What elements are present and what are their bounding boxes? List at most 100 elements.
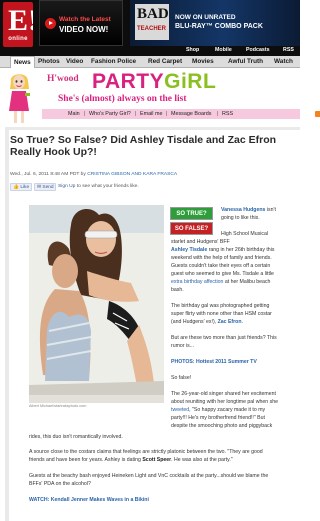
article-headline[interactable]: So True? So False? Did Ashley Tisdale an… [10,134,280,158]
logo-sub: online [8,36,28,42]
blog-links-bar: Main | Who's Party Girl? | Email me | Me… [42,109,320,119]
paragraph-4-line1: But are these two more than just friends… [171,335,277,341]
divider: | [166,111,168,117]
thumbs-up-icon: 👍 [13,185,19,190]
movie-ad[interactable]: BAD TEACHER NOW ON UNRATED BLU-RAY™ COMB… [130,0,300,46]
facebook-signup-text: Sign Up to see what your friends like. [58,184,139,189]
movie-ad-line1: NOW ON UNRATED [175,14,236,21]
paragraph-7-line2: friends and have been for years. Ashley … [29,457,299,464]
link-tweeted[interactable]: tweeted [171,407,189,413]
paragraph-1-line1: Vanessa Hudgens isn't [221,207,276,214]
blog-link-main[interactable]: Main [68,111,80,117]
tab-news[interactable]: News [10,56,35,68]
divider: | [135,111,137,117]
facebook-send-button[interactable]: ✉ Send [34,183,56,191]
blog-link-email[interactable]: Email me [140,111,162,117]
paragraph-2-line3: Ashley Tisdale rang in her 26th birthday… [171,247,274,254]
paragraph-6-line2: about reuniting with her longtime pal wh… [171,399,278,405]
article-photo[interactable] [29,205,164,403]
tab-video[interactable]: Video [66,58,83,65]
text: (and Hudgens' ex!), [171,319,217,325]
text: friends and have been for years. Ashley … [29,457,141,463]
paragraph-2-line4: weekend with the help of family and frie… [171,255,272,261]
article-authors[interactable]: CRISTINA GIBSON AND KARA FRASCA [87,172,177,177]
util-rss[interactable]: RSS [283,47,294,53]
paragraph-2-line6: guest who seemed to give Ms. Tisdale a l… [171,271,274,277]
link-watch-kendall[interactable]: WATCH: Kendall Jenner Makes Waves in a B… [29,497,149,503]
paragraph-6-line4: party!!! He's my brotherfrend friend!!" … [171,415,265,421]
blog-link-rss[interactable]: RSS [222,111,233,117]
link-birthday-affection[interactable]: extra birthday affection [171,279,223,285]
so-true-so-false-widget: SO TRUE? SO FALSE? [170,207,213,236]
tab-photos[interactable]: Photos [38,58,60,65]
paragraph-2-line7: extra birthday affection at her Malibu b… [171,279,270,286]
paragraph-2-line1: High School Musical [221,231,268,237]
text: , "So happy zacary made it to my [189,407,266,413]
video-ad-line2: VIDEO NOW! [59,25,109,34]
link-vanessa-hudgens[interactable]: Vanessa Hudgens [221,207,265,213]
paragraph-2-line8: bash. [171,287,184,293]
movie-ad-title: BAD [137,6,169,22]
paragraph-6-line6: rides, this duo isn't romantically invol… [29,434,123,440]
blog-link-boards[interactable]: Message Boards [171,111,211,117]
blog-tagline: She's (almost) always on the list [58,94,187,104]
so-false-button[interactable]: SO FALSE? [170,222,213,235]
like-label: Like [20,185,30,190]
paragraph-6-line3: tweeted, "So happy zacary made it to my [171,407,265,414]
paragraph-3-line2: super flirty with none other than HSM co… [171,311,272,317]
logo-letter: E! [8,4,33,37]
photo-credit: Albert Michael/startraksphoto.com [29,404,87,408]
signup-link[interactable]: Sign Up [58,184,75,189]
utility-nav: Shop Mobile Podcasts RSS [0,47,300,56]
article-byline: Wed., Jul. 6, 2011 8:48 AM PDT by CRISTI… [10,172,177,177]
article-date: Wed., Jul. 6, 2011 8:48 AM PDT by [10,172,86,177]
video-ad[interactable]: Watch the Latest VIDEO NOW! [39,0,123,46]
tab-fashion-police[interactable]: Fashion Police [91,58,136,65]
send-label: Send [42,185,54,190]
tab-awful-truth[interactable]: Awful Truth [228,58,263,65]
send-icon: ✉ [37,185,42,190]
util-mobile[interactable]: Mobile [215,47,232,53]
paragraph-6-line1: The 26-year-old singer shared her excite… [171,391,276,397]
paragraph-6-line5: despite the smooching photo and piggybac… [171,423,273,429]
blog-link-who[interactable]: Who's Party Girl? [89,111,131,117]
movie-ad-line2: BLU-RAY™ COMBO PACK [175,23,263,30]
tab-watch[interactable]: Watch [274,58,293,65]
tab-movies[interactable]: Movies [192,58,214,65]
paragraph-8-line1: Guests at the beachy bash enjoyed Heinek… [29,473,269,479]
main-nav: News Photos Video Fashion Police Red Car… [0,56,300,68]
link-zac-efron[interactable]: Zac Efron [218,319,242,325]
eonline-logo[interactable]: E! online [3,2,33,47]
blog-header: H'wood PARTYGiRL She's (almost) always o… [0,69,320,125]
util-shop[interactable]: Shop [186,47,199,53]
paragraph-1-line2: going to like this. [221,215,260,221]
paragraph-7-line1: A source close to the costars claims tha… [29,449,263,455]
blog-title-girl: GiRL [164,70,217,93]
paragraph-2-line5: Guests couldn't take their eyes off a ce… [171,263,271,269]
divider: | [217,111,219,117]
text: isn't [266,207,276,213]
watch-link-line: WATCH: Kendall Jenner Makes Waves in a B… [29,497,149,504]
signup-text: to see what your friends like. [76,184,139,189]
movie-ad-title-box: BAD TEACHER [135,4,169,40]
rss-icon[interactable] [315,111,320,117]
paragraph-8-line2: BFFs' PDA on the alcohol? [29,481,91,487]
so-true-button[interactable]: SO TRUE? [170,207,213,220]
paragraph-2-line2: starlet and Hudgens' BFF [171,239,230,245]
util-podcasts[interactable]: Podcasts [246,47,270,53]
movie-ad-subtitle: TEACHER [137,26,167,32]
blog-title[interactable]: PARTYGiRL [92,70,216,94]
blog-title-party: PARTY [92,70,165,93]
text: rang in her 26th birthday this [208,247,275,253]
tab-red-carpet[interactable]: Red Carpet [148,58,182,65]
paragraph-4-line2: rumor is... [171,343,195,349]
photos-link-line: PHOTOS: Hottest 2011 Summer TV [171,359,257,366]
link-photos-summer-tv[interactable]: PHOTOS: Hottest 2011 Summer TV [171,359,257,365]
blog-hollywood: H'wood [47,74,79,84]
link-ashley-tisdale[interactable]: Ashley Tisdale [171,247,207,253]
party-girl-illustration [9,74,30,123]
video-ad-line1: Watch the Latest [59,16,111,23]
paragraph-3-line1: The birthday gal was photographed gettin… [171,303,270,309]
facebook-like-button[interactable]: 👍 Like [10,183,32,191]
so-false-line: So false! [171,375,192,381]
